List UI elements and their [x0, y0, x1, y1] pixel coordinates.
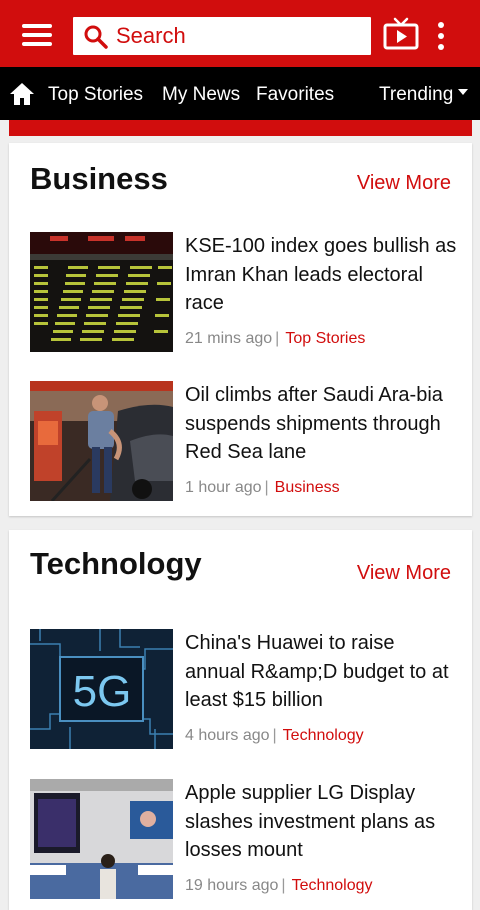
nav-item-favorites[interactable]: Favorites [256, 84, 334, 106]
article-time: 19 hours ago [185, 877, 279, 894]
article-thumbnail: 5G [30, 629, 173, 749]
article-time: 21 mins ago [185, 330, 273, 347]
meta-separator: | [264, 479, 269, 496]
more-vertical-icon[interactable] [437, 22, 445, 50]
article-item[interactable]: KSE-100 index goes bullish as Imran Khan… [30, 232, 460, 352]
meta-separator: | [281, 877, 286, 894]
article-time: 4 hours ago [185, 727, 270, 744]
section-card-technology: Technology View More 5G China's Huawei t… [9, 530, 472, 910]
article-thumbnail [30, 779, 173, 899]
nav-item-top-stories[interactable]: Top Stories [48, 84, 143, 106]
article-category-link[interactable]: Technology [283, 727, 364, 744]
section-title: Business [30, 161, 168, 196]
article-meta: 19 hours ago | Technology [185, 876, 373, 896]
article-item[interactable]: 5G China's Huawei to raise annual R&amp;… [30, 629, 460, 749]
section-title: Technology [30, 546, 202, 581]
nav-item-trending[interactable]: Trending [379, 84, 469, 106]
search-placeholder: Search [116, 23, 186, 48]
article-category-link[interactable]: Technology [292, 877, 373, 894]
app-header: Search [0, 0, 480, 67]
article-thumbnail [30, 381, 173, 501]
home-icon[interactable] [9, 82, 35, 106]
view-more-link[interactable]: View More [357, 561, 451, 585]
article-meta: 21 mins ago | Top Stories [185, 329, 365, 349]
article-headline: KSE-100 index goes bullish as Imran Khan… [185, 235, 457, 314]
meta-separator: | [275, 330, 280, 347]
article-thumbnail [30, 232, 173, 352]
article-category-link[interactable]: Top Stories [285, 330, 365, 347]
category-nav: Top Stories My News Favorites Trending [0, 67, 480, 120]
search-input[interactable]: Search [73, 17, 371, 55]
meta-separator: | [272, 727, 277, 744]
article-item[interactable]: Oil climbs after Saudi Ara-bia suspends … [30, 381, 460, 501]
article-time: 1 hour ago [185, 479, 262, 496]
article-headline: China's Huawei to raise annual R&amp;D b… [185, 632, 449, 711]
section-card-business: Business View More KSE-100 index goes bu… [9, 143, 472, 516]
trending-label: Trending [379, 84, 454, 105]
article-headline: Apple supplier LG Display slashes invest… [185, 782, 436, 861]
nav-item-my-news[interactable]: My News [162, 84, 240, 106]
article-item[interactable]: Apple supplier LG Display slashes invest… [30, 779, 460, 899]
article-category-link[interactable]: Business [275, 479, 340, 496]
thumbnail-5g-text: 5G [73, 667, 132, 716]
article-meta: 1 hour ago | Business [185, 478, 340, 498]
view-more-link[interactable]: View More [357, 171, 451, 195]
chevron-down-icon [458, 88, 469, 95]
hamburger-menu-icon[interactable] [22, 24, 52, 46]
article-headline: Oil climbs after Saudi Ara-bia suspends … [185, 384, 443, 463]
article-meta: 4 hours ago | Technology [185, 726, 364, 746]
search-icon [84, 25, 108, 49]
tv-icon[interactable] [383, 17, 419, 51]
section-divider [9, 120, 472, 136]
